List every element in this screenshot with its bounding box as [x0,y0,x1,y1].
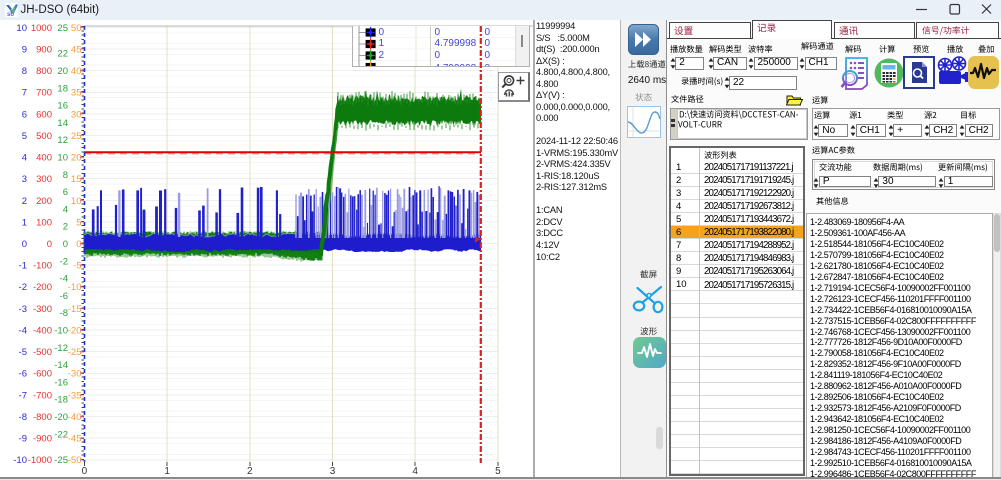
svg-text:so: so [7,12,14,17]
